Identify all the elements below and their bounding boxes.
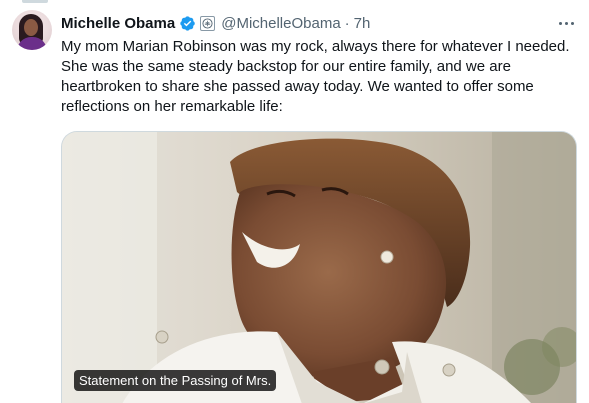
author-name[interactable]: Michelle Obama xyxy=(61,15,175,32)
avatar[interactable] xyxy=(12,10,52,50)
media-photo[interactable]: Statement on the Passing of Mrs. xyxy=(61,131,577,403)
government-seal-icon[interactable] xyxy=(200,15,216,31)
tweet-text: My mom Marian Robinson was my rock, alwa… xyxy=(61,38,570,115)
author-handle[interactable]: @MichelleObama xyxy=(221,15,340,32)
separator-dot: · xyxy=(344,14,350,32)
media-caption: Statement on the Passing of Mrs. xyxy=(74,370,277,391)
more-options-icon[interactable] xyxy=(555,12,577,34)
timestamp[interactable]: 7h xyxy=(354,15,371,32)
photo-illustration xyxy=(62,132,576,403)
tweet[interactable]: Michelle Obama @MichelleObama · 7h My mo… xyxy=(0,0,589,403)
verified-badge-icon[interactable] xyxy=(179,15,196,32)
tweet-header: Michelle Obama @MichelleObama · 7h xyxy=(61,12,577,34)
